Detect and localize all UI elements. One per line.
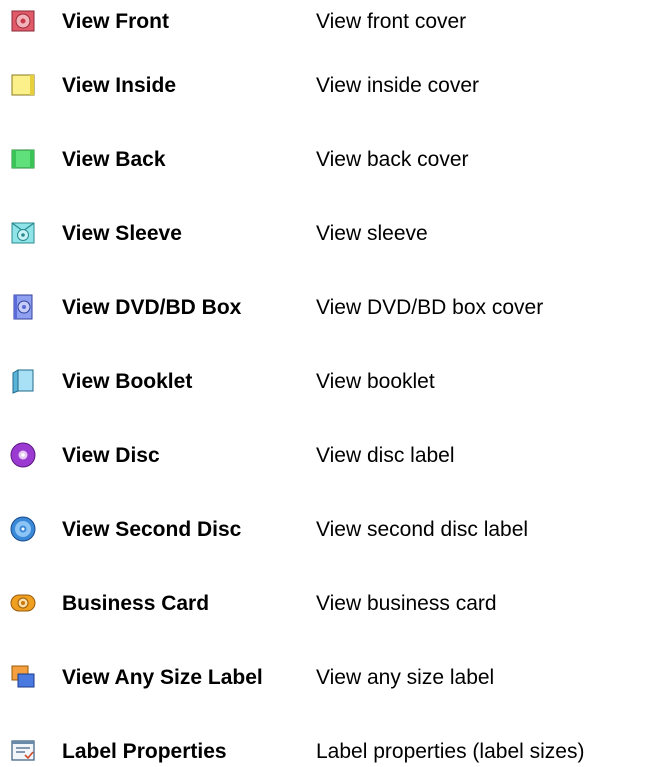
item-description: View back cover (316, 148, 469, 171)
item-description: View business card (316, 592, 497, 615)
item-description: View disc label (316, 444, 455, 467)
item-description: View second disc label (316, 518, 529, 541)
list-item: View Second Disc View second disc label (0, 516, 656, 576)
item-description: View front cover (316, 10, 467, 33)
label-properties-icon (10, 738, 36, 764)
dvd-box-icon (10, 294, 36, 320)
item-description: Label properties (label sizes) (316, 740, 585, 763)
item-description: View any size label (316, 666, 495, 689)
item-label: Business Card (62, 592, 210, 615)
list-item: Label Properties Label properties (label… (0, 738, 656, 767)
item-description: View DVD/BD box cover (316, 296, 544, 319)
list-item: View Inside View inside cover (0, 72, 656, 132)
list-item: Business Card View business card (0, 590, 656, 650)
business-card-icon (10, 590, 36, 616)
list-item: View Back View back cover (0, 146, 656, 206)
item-description: View sleeve (316, 222, 428, 245)
disc-icon (10, 442, 36, 468)
item-description: View inside cover (316, 74, 480, 97)
list-item: View Front View front cover (0, 8, 656, 68)
list-item: View DVD/BD Box View DVD/BD box cover (0, 294, 656, 354)
item-label: Label Properties (62, 740, 227, 763)
item-label: View Back (62, 148, 166, 171)
item-label: View Sleeve (62, 222, 182, 245)
item-label: View DVD/BD Box (62, 296, 242, 319)
item-label: View Booklet (62, 370, 193, 393)
item-label: View Disc (62, 444, 160, 467)
item-label: View Any Size Label (62, 666, 263, 689)
booklet-icon (10, 368, 36, 394)
front-cover-icon (10, 8, 36, 34)
back-cover-icon (10, 146, 36, 172)
second-disc-icon (10, 516, 36, 542)
inside-cover-icon (10, 72, 36, 98)
item-description: View booklet (316, 370, 435, 393)
item-label: View Inside (62, 74, 176, 97)
list-item: View Disc View disc label (0, 442, 656, 502)
item-label: View Second Disc (62, 518, 242, 541)
list-item: View Sleeve View sleeve (0, 220, 656, 280)
sleeve-icon (10, 220, 36, 246)
any-size-label-icon (10, 664, 36, 690)
item-label: View Front (62, 10, 169, 33)
list-item: View Booklet View booklet (0, 368, 656, 428)
list-item: View Any Size Label View any size label (0, 664, 656, 720)
